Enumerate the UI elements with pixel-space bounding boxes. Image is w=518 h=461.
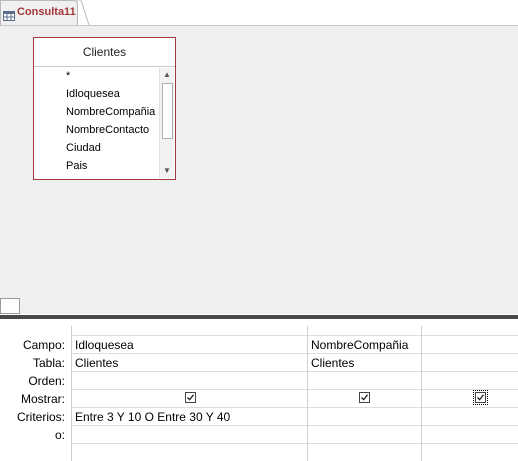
row-label-criterios: Criterios: bbox=[16, 410, 65, 424]
row-label-mostrar: Mostrar: bbox=[20, 392, 65, 406]
cell-tabla-2[interactable]: Clientes bbox=[311, 354, 354, 372]
tab-edge bbox=[76, 0, 90, 26]
grid-line bbox=[71, 443, 518, 444]
field-ciudad[interactable]: Ciudad bbox=[34, 139, 160, 157]
row-label-tabla: Tabla: bbox=[32, 356, 65, 370]
checkmark-icon bbox=[361, 394, 369, 401]
checkmark-icon bbox=[477, 394, 485, 401]
document-tab-strip: Consulta11 bbox=[0, 0, 518, 26]
grid-line bbox=[71, 326, 72, 461]
row-labels: Campo: Tabla: Orden: Mostrar: Criterios:… bbox=[0, 336, 68, 444]
tab-consulta11[interactable]: Consulta11 bbox=[0, 0, 78, 25]
cell-campo-1[interactable]: Idloquesea bbox=[75, 336, 134, 354]
grid-line bbox=[71, 371, 518, 372]
field-idloquesea[interactable]: Idloquesea bbox=[34, 85, 160, 103]
grid-line bbox=[71, 335, 518, 336]
query-design-area[interactable]: Clientes * Idloquesea NombreCompañia Nom… bbox=[0, 26, 518, 300]
show-checkbox-1[interactable] bbox=[185, 392, 196, 403]
row-label-o: o: bbox=[54, 428, 65, 442]
design-horizontal-scrollbar[interactable] bbox=[0, 298, 518, 314]
cell-tabla-1[interactable]: Clientes bbox=[75, 354, 118, 372]
query-icon bbox=[3, 8, 15, 21]
scrollbar-box[interactable] bbox=[0, 298, 20, 314]
cell-campo-2[interactable]: NombreCompañia bbox=[311, 336, 408, 354]
grid-line bbox=[421, 326, 422, 461]
scroll-up-icon[interactable]: ▲ bbox=[160, 68, 174, 82]
show-checkbox-2[interactable] bbox=[359, 392, 370, 403]
cell-criterios-1[interactable]: Entre 3 Y 10 O Entre 30 Y 40 bbox=[75, 408, 230, 426]
row-label-campo: Campo: bbox=[22, 338, 65, 352]
scroll-down-icon[interactable]: ▼ bbox=[160, 164, 174, 178]
field-list-scrollbar[interactable]: ▲ ▼ bbox=[159, 68, 174, 178]
grid-line bbox=[307, 326, 308, 461]
field-nombrecompania[interactable]: NombreCompañia bbox=[34, 103, 160, 121]
scroll-thumb[interactable] bbox=[162, 83, 173, 139]
tab-title: Consulta11 bbox=[17, 6, 76, 18]
grid-line bbox=[71, 389, 518, 390]
query-design-grid[interactable]: Campo: Tabla: Orden: Mostrar: Criterios:… bbox=[0, 319, 518, 461]
grid-line bbox=[71, 353, 518, 354]
show-checkbox-3[interactable] bbox=[473, 390, 488, 405]
checkmark-icon bbox=[187, 394, 195, 401]
table-title[interactable]: Clientes bbox=[34, 38, 175, 67]
table-clientes[interactable]: Clientes * Idloquesea NombreCompañia Nom… bbox=[33, 37, 176, 180]
field-list[interactable]: * Idloquesea NombreCompañia NombreContac… bbox=[34, 67, 160, 179]
field-pais[interactable]: Pais bbox=[34, 157, 160, 175]
row-label-orden: Orden: bbox=[28, 374, 65, 388]
field-nombrecontacto[interactable]: NombreContacto bbox=[34, 121, 160, 139]
field-all[interactable]: * bbox=[34, 67, 160, 85]
